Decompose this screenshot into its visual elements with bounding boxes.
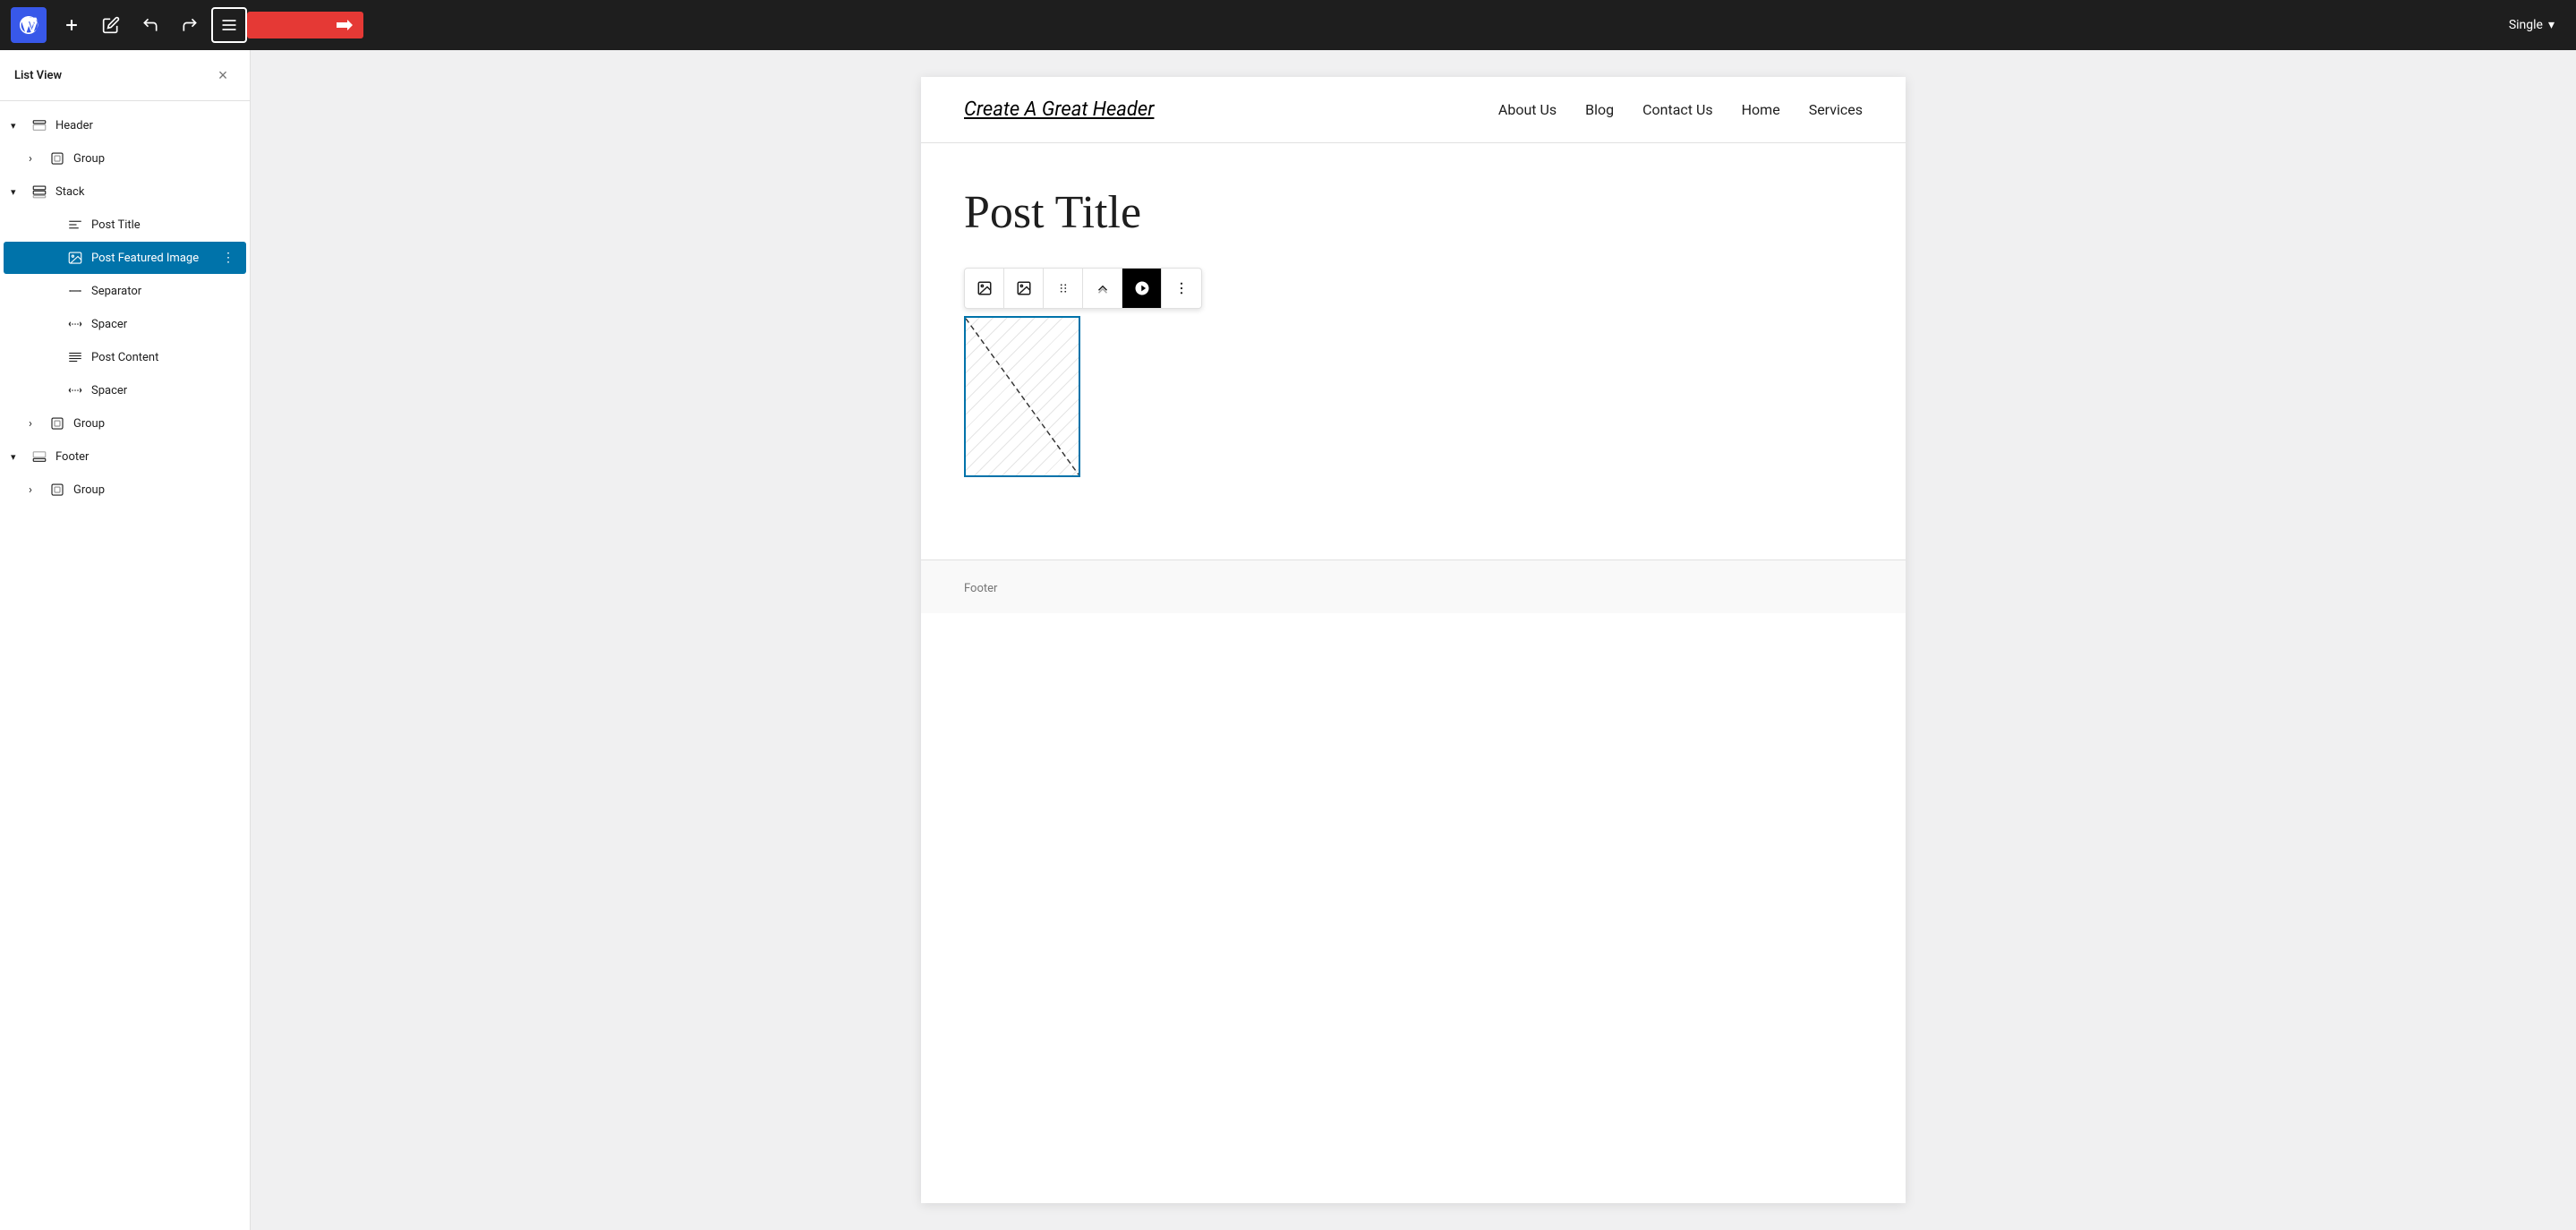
- site-header-block: Create A Great Header About Us Blog Cont…: [921, 77, 1906, 143]
- post-title-block[interactable]: Post Title: [964, 186, 1863, 239]
- post-featured-image-block[interactable]: [964, 316, 1080, 477]
- nav-about-us[interactable]: About Us: [1498, 101, 1557, 118]
- sidebar-item-separator[interactable]: Separator: [4, 275, 246, 307]
- sidebar-item-label: Post Content: [91, 351, 239, 364]
- sidebar-item-post-featured-image[interactable]: Post Featured Image ⋮: [4, 242, 246, 274]
- footer-block-icon: [29, 446, 50, 467]
- close-sidebar-button[interactable]: ×: [210, 63, 235, 88]
- group-block-icon: [47, 148, 68, 169]
- sidebar-list: ▾ Header › Group ▾ Stack: [0, 101, 250, 514]
- edit-style-button[interactable]: [1122, 269, 1162, 308]
- sidebar-item-label: Spacer: [91, 384, 239, 397]
- chevron-right-icon: ›: [29, 417, 47, 431]
- featured-image-block-icon: [64, 247, 86, 269]
- transform-button[interactable]: [1004, 269, 1044, 308]
- sidebar-item-post-content[interactable]: Post Content: [4, 341, 246, 373]
- header-block-icon: [29, 115, 50, 136]
- group-block-icon-3: [47, 479, 68, 500]
- sidebar-item-post-title[interactable]: Post Title: [4, 209, 246, 241]
- view-selector[interactable]: Single ▾: [2498, 13, 2565, 38]
- block-toolbar: [964, 268, 1202, 309]
- footer-block: Footer: [921, 559, 1906, 613]
- sidebar-item-stack[interactable]: ▾ Stack: [4, 175, 246, 208]
- spacer-block-icon-2: [64, 380, 86, 401]
- view-label: Single: [2509, 18, 2543, 32]
- sidebar-item-label: Separator: [91, 285, 239, 298]
- add-block-button[interactable]: [54, 7, 90, 43]
- chevron-right-icon: ›: [29, 152, 47, 166]
- edit-button[interactable]: [93, 7, 129, 43]
- post-title-block-icon: [64, 214, 86, 235]
- post-content-block-icon: [64, 346, 86, 368]
- footer-label: Footer: [964, 582, 997, 595]
- chevron-down-icon: ▾: [11, 120, 29, 132]
- nav-blog[interactable]: Blog: [1585, 101, 1614, 118]
- sidebar-item-spacer-2[interactable]: Spacer: [4, 374, 246, 406]
- nav-contact-us[interactable]: Contact Us: [1642, 101, 1713, 118]
- sidebar-item-header[interactable]: ▾ Header: [4, 109, 246, 141]
- sidebar-item-label: Post Featured Image: [91, 252, 218, 265]
- sidebar-item-label: Header: [55, 119, 239, 132]
- site-logo[interactable]: Create A Great Header: [964, 98, 1154, 121]
- drag-handle-button[interactable]: [1044, 269, 1083, 308]
- sidebar-item-group-2[interactable]: › Group: [4, 407, 246, 440]
- chevron-right-icon: ›: [29, 483, 47, 497]
- main-layout: List View × ▾ Header › Group: [0, 50, 2576, 1230]
- stack-block-icon: [29, 181, 50, 202]
- red-arrow-indicator: [247, 12, 363, 38]
- sidebar-item-footer[interactable]: ▾ Footer: [4, 440, 246, 473]
- sidebar-item-label: Spacer: [91, 318, 239, 331]
- group-block-icon-2: [47, 413, 68, 434]
- sidebar-item-label: Post Title: [91, 218, 239, 232]
- canvas-area: Create A Great Header About Us Blog Cont…: [251, 50, 2576, 1230]
- undo-button[interactable]: [132, 7, 168, 43]
- options-menu-button[interactable]: ⋮: [218, 247, 239, 269]
- sidebar-title: List View: [14, 69, 62, 82]
- nav-home[interactable]: Home: [1742, 101, 1780, 118]
- move-button[interactable]: [1083, 269, 1122, 308]
- options-button[interactable]: [1162, 269, 1201, 308]
- separator-block-icon: [64, 280, 86, 302]
- list-view-button[interactable]: [211, 7, 247, 43]
- wp-logo[interactable]: [11, 7, 47, 43]
- site-navigation: About Us Blog Contact Us Home Services: [1498, 101, 1863, 118]
- close-icon: ×: [218, 66, 228, 85]
- sidebar-item-label: Group: [73, 483, 239, 497]
- chevron-down-icon: ▾: [11, 451, 29, 463]
- sidebar-item-label: Group: [73, 152, 239, 166]
- chevron-down-icon: ▾: [11, 186, 29, 198]
- post-content-area: Post Title: [921, 143, 1906, 506]
- sidebar-item-group-3[interactable]: › Group: [4, 474, 246, 506]
- nav-services[interactable]: Services: [1809, 101, 1863, 118]
- sidebar-item-group-1[interactable]: › Group: [4, 142, 246, 175]
- redo-button[interactable]: [172, 7, 208, 43]
- canvas-inner: Create A Great Header About Us Blog Cont…: [921, 77, 1906, 1203]
- block-type-button[interactable]: [965, 269, 1004, 308]
- sidebar-header: List View ×: [0, 50, 250, 101]
- sidebar-item-spacer-1[interactable]: Spacer: [4, 308, 246, 340]
- sidebar-item-label: Group: [73, 417, 239, 431]
- spacer-block-icon: [64, 313, 86, 335]
- sidebar-item-label: Stack: [55, 185, 239, 199]
- sidebar-item-label: Footer: [55, 450, 239, 464]
- view-chevron-icon: ▾: [2548, 18, 2555, 32]
- top-toolbar: Single ▾: [0, 0, 2576, 50]
- list-view-sidebar: List View × ▾ Header › Group: [0, 50, 251, 1230]
